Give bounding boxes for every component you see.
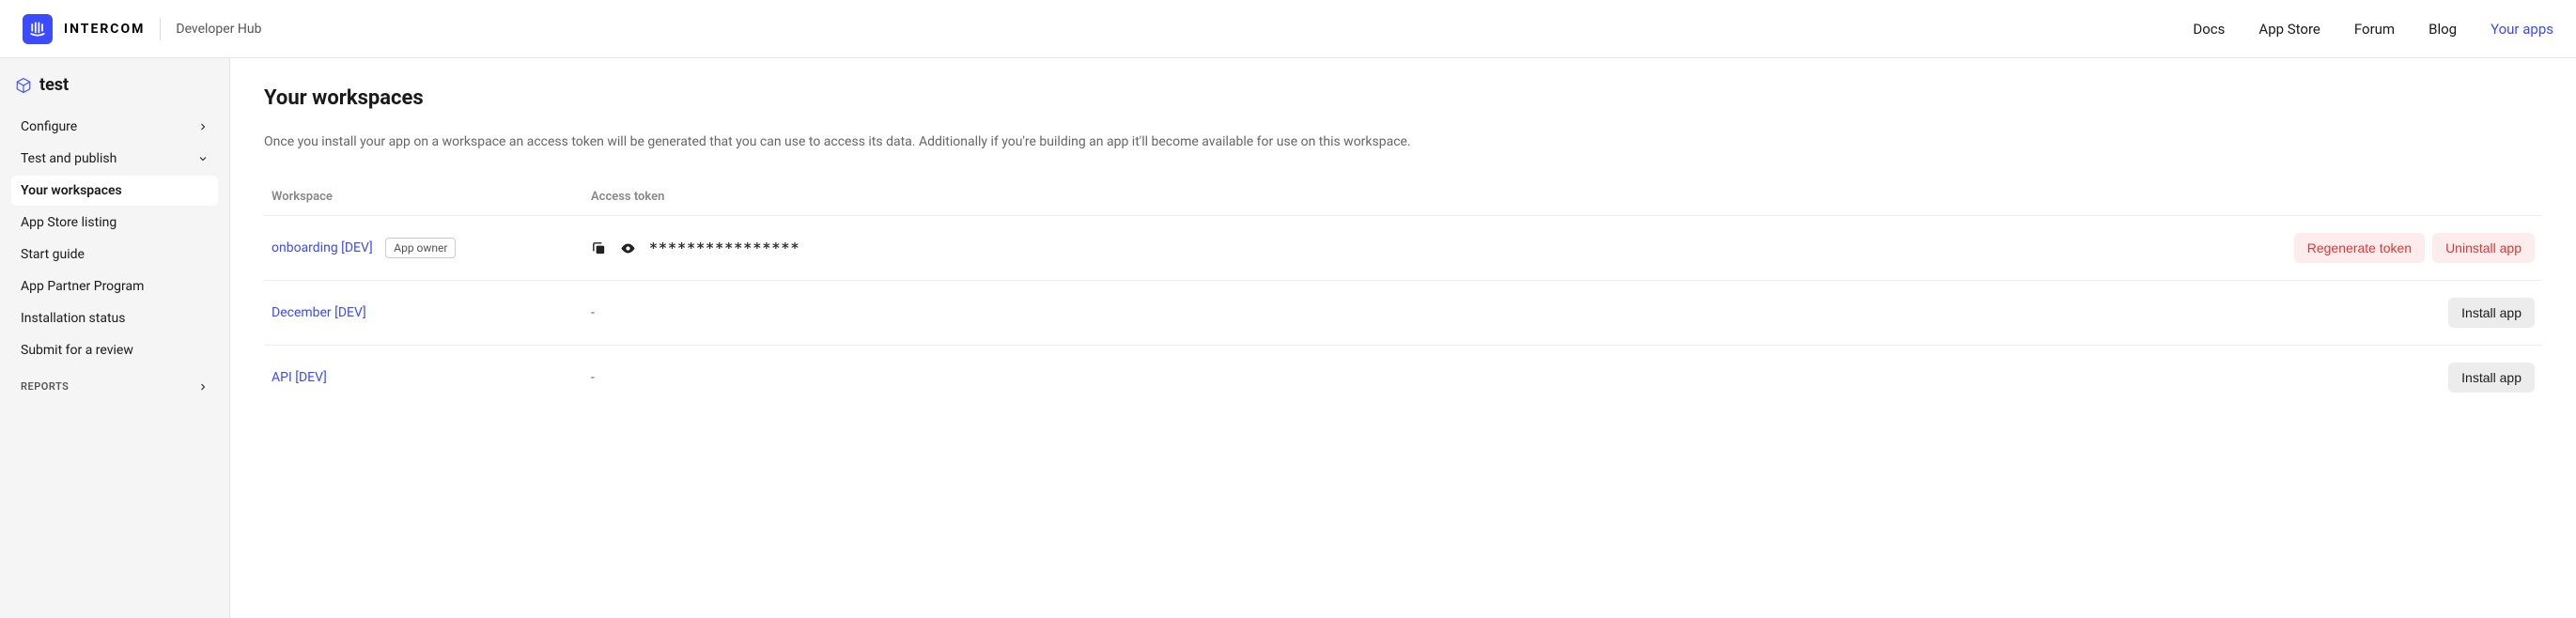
nav-blog[interactable]: Blog (2429, 21, 2457, 38)
sidebar-item-label: App Partner Program (21, 279, 144, 294)
chevron-down-icon (197, 153, 209, 164)
token-masked-value: **************** (649, 239, 800, 256)
reveal-token-button[interactable] (620, 240, 636, 256)
row-actions: Install app (2448, 298, 2535, 328)
sidebar-item-label: Submit for a review (21, 343, 133, 358)
sidebar-item-submit-review[interactable]: Submit for a review (11, 335, 218, 365)
owner-badge: App owner (385, 238, 456, 258)
sidebar-app-name: test (39, 75, 69, 95)
page-title: Your workspaces (264, 86, 2542, 110)
nav-your-apps[interactable]: Your apps (2491, 21, 2553, 38)
col-header-workspace: Workspace (272, 190, 591, 204)
table-row: onboarding [DEV] App owner *************… (264, 215, 2542, 280)
workspace-link[interactable]: API [DEV] (272, 370, 327, 385)
header-left: INTERCOM Developer Hub (23, 14, 261, 44)
sidebar-item-label: App Store listing (21, 215, 116, 230)
token-cell: - (591, 370, 2448, 385)
install-app-button[interactable]: Install app (2448, 363, 2535, 393)
copy-token-button[interactable] (591, 240, 607, 256)
workspaces-table: Workspace Access token onboarding [DEV] … (264, 178, 2542, 409)
row-actions: Install app (2448, 363, 2535, 393)
sidebar-item-app-store-listing[interactable]: App Store listing (11, 208, 218, 238)
nav-forum[interactable]: Forum (2354, 21, 2395, 38)
sidebar: test Configure Test and publish Your wor… (0, 58, 230, 618)
sidebar-item-test-publish[interactable]: Test and publish (11, 144, 218, 174)
cube-icon (15, 77, 32, 94)
uninstall-app-button[interactable]: Uninstall app (2432, 233, 2535, 263)
table-row: API [DEV] - Install app (264, 345, 2542, 409)
header-divider (160, 18, 161, 40)
workspace-link[interactable]: December [DEV] (272, 305, 366, 320)
sidebar-item-installation-status[interactable]: Installation status (11, 303, 218, 333)
sidebar-item-configure[interactable]: Configure (11, 112, 218, 142)
token-empty: - (591, 370, 595, 385)
table-row: December [DEV] - Install app (264, 280, 2542, 345)
copy-icon (591, 240, 607, 256)
install-app-button[interactable]: Install app (2448, 298, 2535, 328)
nav-docs[interactable]: Docs (2193, 21, 2225, 38)
sidebar-item-label: Your workspaces (21, 183, 122, 198)
workspace-link[interactable]: onboarding [DEV] (272, 240, 373, 255)
header-nav: Docs App Store Forum Blog Your apps (2193, 21, 2553, 38)
header-subtitle: Developer Hub (176, 22, 261, 37)
table-header: Workspace Access token (264, 178, 2542, 215)
sidebar-item-your-workspaces[interactable]: Your workspaces (11, 176, 218, 206)
nav-app-store[interactable]: App Store (2258, 21, 2320, 38)
main-content: Your workspaces Once you install your ap… (230, 58, 2576, 618)
sidebar-item-start-guide[interactable]: Start guide (11, 239, 218, 270)
regenerate-token-button[interactable]: Regenerate token (2294, 233, 2425, 263)
intercom-logo-icon (23, 14, 53, 44)
sidebar-item-label: Start guide (21, 247, 85, 262)
sidebar-item-label: Installation status (21, 311, 126, 326)
sidebar-item-label: Configure (21, 119, 77, 134)
page-description: Once you install your app on a workspace… (264, 132, 2542, 152)
brand-name: INTERCOM (64, 22, 145, 37)
token-cell: **************** (591, 239, 2294, 256)
sidebar-item-label: Test and publish (21, 151, 116, 166)
chevron-right-icon (197, 381, 209, 393)
sidebar-item-app-partner-program[interactable]: App Partner Program (11, 271, 218, 301)
sidebar-section-label: REPORTS (21, 380, 69, 393)
workspace-cell: API [DEV] (272, 370, 591, 385)
workspace-cell: December [DEV] (272, 305, 591, 320)
sidebar-section-reports[interactable]: REPORTS (11, 373, 218, 400)
top-header: INTERCOM Developer Hub Docs App Store Fo… (0, 0, 2576, 58)
row-actions: Regenerate token Uninstall app (2294, 233, 2535, 263)
col-header-access-token: Access token (591, 190, 2535, 204)
eye-icon (620, 240, 636, 256)
token-cell: - (591, 305, 2448, 320)
chevron-right-icon (197, 121, 209, 132)
token-empty: - (591, 305, 595, 320)
sidebar-app-title: test (11, 75, 218, 95)
workspace-cell: onboarding [DEV] App owner (272, 238, 591, 258)
